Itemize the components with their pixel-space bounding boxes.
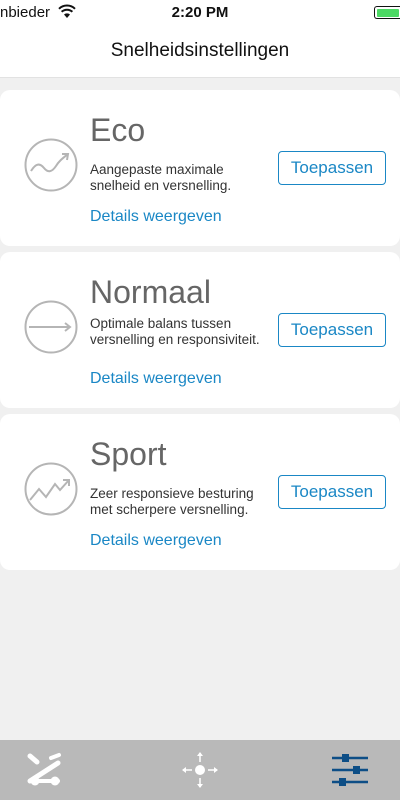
mode-title: Eco xyxy=(90,112,146,148)
navigation-bar: Snelheidsinstellingen xyxy=(0,26,400,78)
mode-card-normaal: Normaal Optimale balans tussen versnelli… xyxy=(0,252,400,408)
apply-button[interactable]: Toepassen xyxy=(278,313,386,347)
mode-card-eco: Eco Aangepaste maximale snelheid en vers… xyxy=(0,90,400,246)
apply-button[interactable]: Toepassen xyxy=(278,151,386,185)
mode-card-sport: Sport Zeer responsieve besturing met sch… xyxy=(0,414,400,570)
mode-description: Optimale balans tussen versnelling en re… xyxy=(90,316,260,347)
zigzag-arrow-icon xyxy=(24,462,78,516)
mode-description: Zeer responsieve besturing met scherpere… xyxy=(90,486,254,517)
tab-bar xyxy=(0,740,400,800)
mode-description: Aangepaste maximale snelheid en versnell… xyxy=(90,162,232,193)
move-arrows-icon[interactable] xyxy=(170,740,230,800)
mode-title: Normaal xyxy=(90,274,211,310)
mode-title: Sport xyxy=(90,436,167,472)
battery-icon xyxy=(374,6,400,19)
scooter-icon[interactable] xyxy=(18,740,78,800)
page-title: Snelheidsinstellingen xyxy=(110,40,290,61)
clock: 2:20 PM xyxy=(171,4,229,21)
straight-arrow-icon xyxy=(24,300,78,354)
status-bar: nbieder 2:20 PM xyxy=(0,0,400,26)
sliders-icon[interactable] xyxy=(320,740,380,800)
wave-arrow-icon xyxy=(24,138,78,192)
details-link[interactable]: Details weergeven xyxy=(90,370,222,388)
apply-button[interactable]: Toepassen xyxy=(278,475,386,509)
details-link[interactable]: Details weergeven xyxy=(90,532,222,550)
battery-level xyxy=(376,8,399,17)
details-link[interactable]: Details weergeven xyxy=(90,208,222,226)
